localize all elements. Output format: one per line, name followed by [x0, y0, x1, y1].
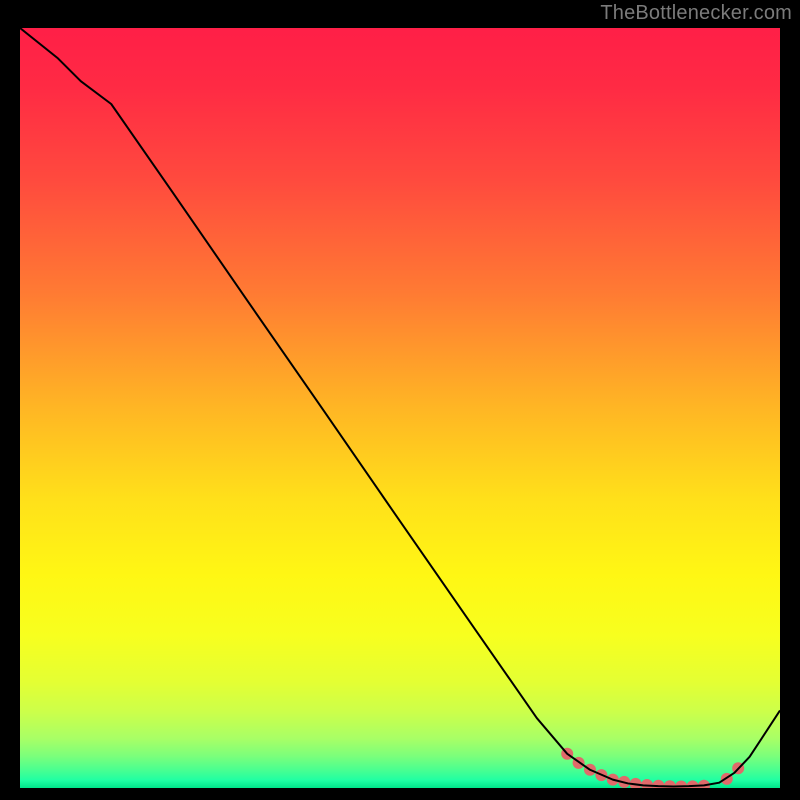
chart-container: TheBottlenecker.com: [0, 0, 800, 800]
gradient-background: [20, 28, 780, 788]
chart-svg: [20, 28, 780, 788]
plot-area: [20, 28, 780, 788]
attribution-text: TheBottlenecker.com: [600, 2, 792, 25]
